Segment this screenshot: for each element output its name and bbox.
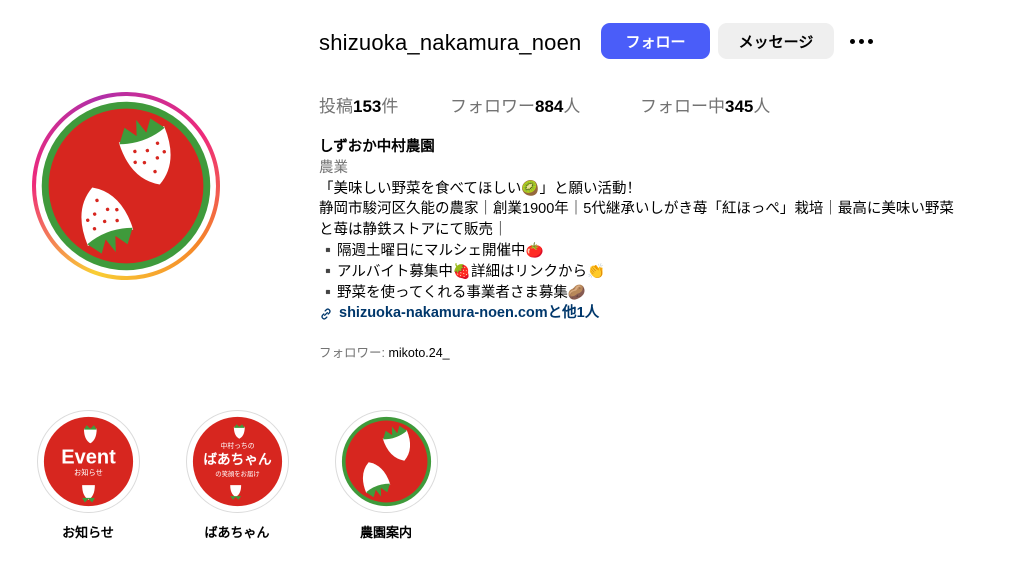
story-ring [32, 92, 220, 280]
highlight-cover-ring: Event お知らせ [36, 410, 140, 513]
highlight-item[interactable]: 中村っちの ばあちゃん の笑顔をお届け ばあちゃん [162, 410, 312, 541]
highlight-item[interactable]: Event お知らせ お知らせ [13, 410, 163, 541]
highlight-label: お知らせ [62, 525, 114, 540]
svg-text:の笑顔をお届け: の笑顔をお届け [215, 469, 260, 478]
follow-button[interactable]: フォロー [601, 23, 710, 59]
profile-bio: しずおか中村農園 農業 「美味しい野菜を食べてほしい🥝」と願い活動！ 静岡市駿河… [319, 137, 1019, 324]
highlight-label: ばあちゃん [204, 525, 270, 540]
svg-text:ばあちゃん: ばあちゃん [203, 452, 272, 468]
following-link[interactable]: フォロー中 345 人 [640, 92, 770, 117]
bio-line: と苺は静鉄ストアにて販売｜ [319, 222, 508, 239]
bio-line: ▪️野菜を使ってくれる事業者さま募集🥔 [319, 284, 586, 301]
bio-line: 静岡市駿河区久能の農家｜創業1900年｜5代継承いしがき苺「紅ほっぺ」栽培｜最高… [319, 201, 954, 218]
svg-text:中村っちの: 中村っちの [220, 441, 254, 450]
profile-stats: 投稿 153 件 フォロワー 884 人 フォロー中 345 人 [319, 92, 770, 117]
followed-by[interactable]: フォロワー: mikoto.24_ [319, 342, 450, 361]
highlight-cover-ring: 中村っちの ばあちゃん の笑顔をお届け [185, 410, 289, 513]
strawberry-logo [41, 101, 211, 271]
posts-count: 投稿 153 件 [319, 97, 399, 116]
highlight-item[interactable]: 農園案内 [311, 410, 461, 541]
event-cover-icon: Event お知らせ [43, 416, 133, 507]
bio-display-name: しずおか中村農園 [319, 139, 435, 155]
profile-username: shizuoka_nakamura_noen [319, 30, 582, 55]
highlight-cover-ring [334, 410, 438, 513]
strawberry-cover-icon [341, 416, 431, 507]
followers-link[interactable]: フォロワー 884 人 [450, 92, 640, 117]
highlight-label: 農園案内 [359, 525, 412, 540]
bio-line: 「美味しい野菜を食べてほしい🥝」と願い活動！ [319, 180, 641, 197]
story-highlights: Event お知らせ お知らせ 中村っちの ばあちゃん の笑顔をお届け ばあちゃ… [13, 410, 460, 541]
more-horizontal-icon[interactable] [846, 28, 876, 54]
bio-category: 農業 [319, 159, 348, 176]
link-icon [321, 308, 331, 320]
bio-line: ▪️隔週土曜日にマルシェ開催中🍅 [319, 242, 544, 259]
grandma-cover-icon: 中村っちの ばあちゃん の笑顔をお届け [192, 416, 282, 507]
svg-text:お知らせ: お知らせ [74, 468, 103, 477]
message-button[interactable]: メッセージ [718, 23, 834, 59]
bio-line: ▪️アルバイト募集中🍓詳細はリンクから👏 [319, 263, 606, 280]
svg-text:Event: Event [61, 446, 116, 468]
profile-avatar[interactable] [32, 92, 220, 280]
avatar-inner [36, 96, 216, 276]
bio-website-link[interactable]: shizuoka-nakamura-noen.comと他1人 [319, 303, 1019, 324]
